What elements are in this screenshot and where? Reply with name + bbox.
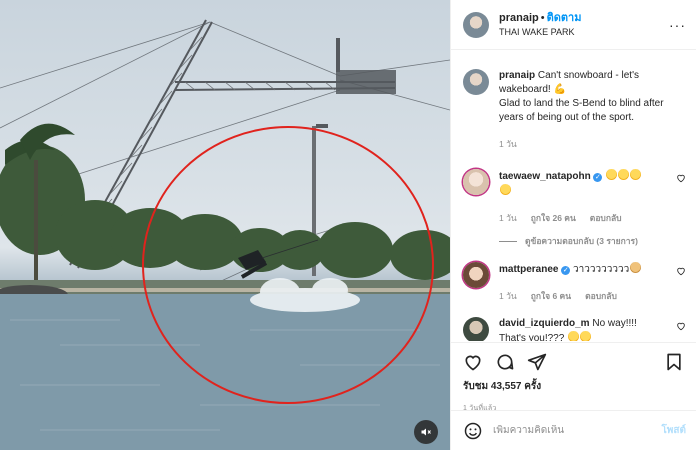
flexed-biceps-icon: 💪 (553, 84, 566, 95)
emoji-icon (568, 331, 580, 341)
wake-park-scene (0, 19, 450, 450)
caption-username[interactable]: pranaip (499, 70, 535, 81)
speaker-muted-icon (421, 428, 431, 436)
mute-toggle-button[interactable] (414, 420, 438, 444)
emoji-icon (618, 169, 630, 180)
comment-composer: โพสต์ (451, 410, 696, 450)
list-item: taewaew_natapohn ✓ 1 วัน ถูกใจ 26 คน ตอบ… (463, 169, 686, 225)
comment-username[interactable]: taewaew_natapohn (499, 171, 591, 182)
verified-badge-icon: ✓ (561, 266, 571, 275)
comment-input[interactable] (493, 425, 662, 436)
comment-likes[interactable]: ถูกใจ 26 คน (531, 211, 576, 225)
post-actions: รับชม 43,557 ครั้ง 1 วันที่แล้ว (451, 342, 696, 414)
post-comment-button[interactable]: โพสต์ (661, 423, 686, 438)
caption-line2: Glad to land the S-Bend to blind after y… (499, 98, 664, 123)
emoji-icon (580, 331, 592, 341)
heart-icon[interactable] (463, 352, 483, 372)
paper-plane-icon[interactable] (527, 352, 547, 372)
separator-dot: • (540, 12, 545, 24)
emoji-icon (606, 169, 618, 180)
caption-avatar[interactable] (463, 69, 489, 95)
comment-text: วาวววววววว (573, 264, 630, 275)
instagram-post-modal: pranaip • ติดตาม THAI WAKE PARK ··· pranai… (0, 0, 696, 450)
comment-text-2: That's you!??? (499, 333, 565, 341)
post-location[interactable]: THAI WAKE PARK (499, 25, 669, 39)
commenter-avatar[interactable] (463, 317, 489, 341)
heart-icon[interactable] (676, 266, 686, 276)
caption: pranaip Can't snowboard - let's wakeboar… (463, 69, 686, 151)
author-username[interactable]: pranaip (499, 12, 539, 24)
view-replies-label: ดูข้อความตอบกลับ (3 รายการ) (525, 236, 638, 246)
list-item: mattperanee ✓ วาวววววววว 1 วัน ถูกใจ 6 ค… (463, 262, 686, 303)
view-count[interactable]: รับชม 43,557 ครั้ง (463, 379, 684, 394)
reply-button[interactable]: ตอบกลับ (590, 211, 622, 225)
caption-time: 1 วัน (499, 139, 517, 149)
post-video[interactable] (0, 0, 450, 450)
bookmark-icon[interactable] (664, 352, 684, 372)
emoji-icon (500, 184, 511, 195)
hand-emoji-icon (630, 262, 642, 273)
comment-text: No way!!!! (592, 318, 637, 329)
follow-button[interactable]: ติดตาม (547, 12, 582, 24)
comment-likes[interactable]: ถูกใจ 6 คน (531, 289, 571, 303)
smiley-icon[interactable] (463, 421, 483, 441)
view-replies-button[interactable]: ดูข้อความตอบกลับ (3 รายการ) (499, 234, 686, 248)
heart-icon[interactable] (676, 321, 686, 331)
comment-username[interactable]: david_izquierdo_m (499, 318, 590, 329)
more-dots-icon[interactable]: ··· (669, 17, 686, 33)
comment-icon[interactable] (495, 352, 515, 372)
replies-line (499, 240, 517, 242)
heart-icon[interactable] (676, 173, 686, 183)
commenter-avatar[interactable] (463, 262, 489, 288)
commenter-avatar[interactable] (463, 169, 489, 195)
comment-time: 1 วัน (499, 291, 517, 301)
emoji-icon (630, 169, 642, 180)
comment-username[interactable]: mattperanee (499, 264, 558, 275)
comment-list[interactable]: pranaip Can't snowboard - let's wakeboar… (451, 51, 696, 341)
post-side-panel: pranaip • ติดตาม THAI WAKE PARK ··· pranai… (450, 0, 696, 450)
reply-button[interactable]: ตอบกลับ (585, 289, 617, 303)
verified-badge-icon: ✓ (593, 173, 603, 182)
comment-time: 1 วัน (499, 213, 517, 223)
post-header: pranaip • ติดตาม THAI WAKE PARK ··· (451, 0, 696, 50)
author-avatar[interactable] (463, 11, 489, 38)
list-item: david_izquierdo_m No way!!!! That's you!… (463, 317, 686, 341)
